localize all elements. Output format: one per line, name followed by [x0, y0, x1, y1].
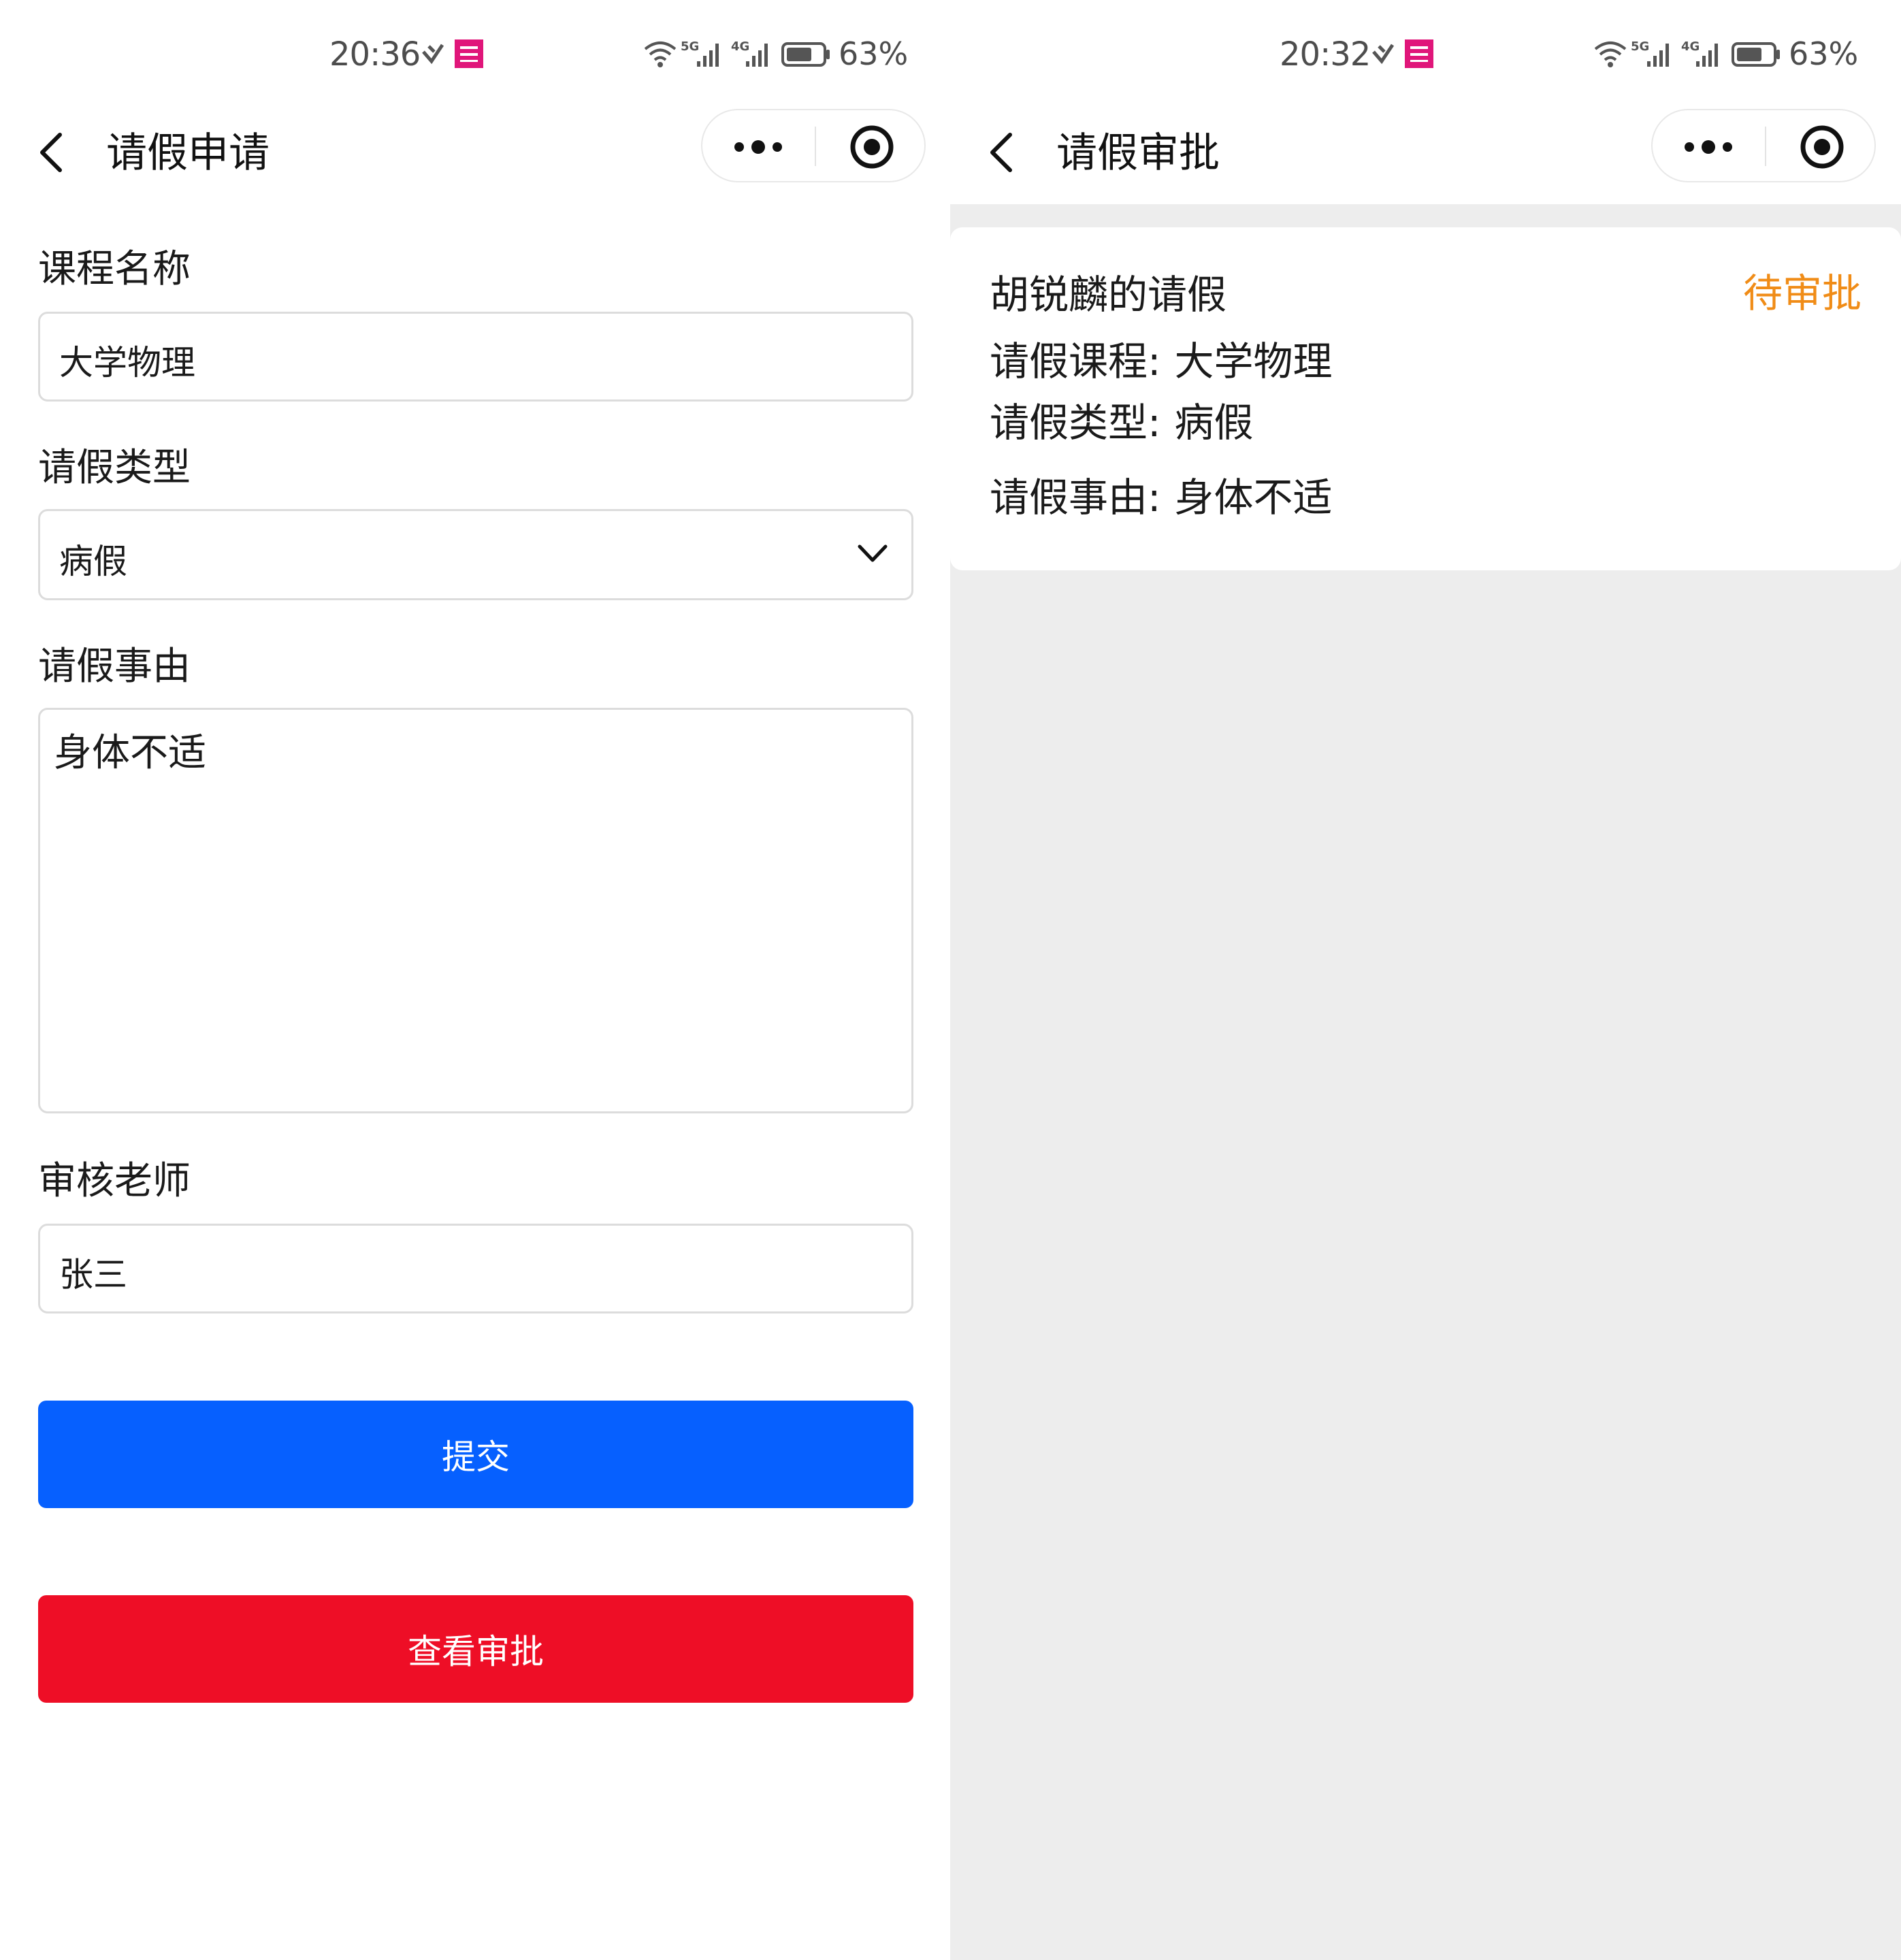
reviewer-teacher-value: 张三 [59, 1255, 127, 1294]
leave-type-label: 请假类型: [990, 399, 1161, 446]
more-options-icon[interactable] [702, 110, 814, 181]
status-badge: 待审批 [1742, 270, 1862, 316]
more-options-icon[interactable] [1653, 110, 1764, 181]
app-badge-icon [455, 39, 483, 68]
reviewer-teacher-input[interactable]: 张三 [38, 1224, 913, 1313]
course-name-value: 大学物理 [59, 343, 195, 382]
leave-course-value: 大学物理 [1174, 338, 1333, 385]
battery-percent: 63% [1789, 35, 1859, 72]
course-name-label: 课程名称 [38, 247, 191, 291]
view-approval-button[interactable]: 查看审批 [38, 1595, 913, 1703]
leave-request-title: 胡锐麟的请假 [990, 272, 1227, 318]
close-mini-program-icon[interactable] [817, 110, 924, 181]
battery-percent: 63% [839, 35, 909, 72]
battery-icon [781, 42, 830, 67]
signal-icon [697, 44, 719, 67]
signal-icon [1696, 44, 1718, 67]
capsule-divider [1765, 127, 1766, 166]
mini-program-capsule [1651, 109, 1876, 182]
app-badge-icon [1405, 39, 1433, 68]
capsule-divider [815, 127, 816, 166]
notification-icon [1372, 44, 1395, 64]
leave-reason-value: 身体不适 [54, 731, 206, 775]
leave-reason-textarea[interactable]: 身体不适 [38, 708, 913, 1113]
wifi-icon [644, 42, 677, 67]
leave-reason-row: 请假事由: 身体不适 [990, 466, 1333, 523]
chevron-down-icon [858, 544, 888, 562]
leave-type-row: 请假类型: 病假 [990, 391, 1254, 448]
back-arrow-icon[interactable] [981, 125, 1022, 180]
signal-icon [746, 44, 768, 67]
leave-type-value: 病假 [1174, 399, 1254, 446]
leave-type-select[interactable]: 病假 [38, 509, 913, 600]
signal-icon [1647, 44, 1669, 67]
mini-program-capsule [701, 109, 926, 182]
leave-course-row: 请假课程: 大学物理 [990, 329, 1333, 387]
status-bar: 20:32 5G 4G 63% [950, 0, 1901, 109]
leave-reason-value: 身体不适 [1174, 474, 1333, 521]
battery-icon [1732, 42, 1780, 67]
back-arrow-icon[interactable] [31, 125, 72, 180]
leave-type-value: 病假 [59, 542, 127, 581]
status-time: 20:36 [329, 35, 421, 74]
page-title: 请假申请 [106, 129, 270, 177]
page-title: 请假审批 [1056, 129, 1220, 177]
wifi-icon [1594, 42, 1627, 67]
status-bar: 20:36 5G 4G 63% [0, 0, 950, 109]
notification-icon [422, 44, 444, 64]
status-time: 20:32 [1280, 35, 1371, 74]
close-mini-program-icon[interactable] [1767, 110, 1874, 181]
reviewer-teacher-label: 审核老师 [38, 1159, 191, 1203]
leave-reason-label: 请假事由: [990, 474, 1161, 521]
leave-reason-label: 请假事由 [38, 644, 191, 689]
leave-approval-screen: 20:32 5G 4G 63% 请假审批 胡锐麟的请假 待审批 请假课程: 大学… [950, 0, 1901, 1960]
leave-application-screen: 20:36 5G 4G 63% 请假申请 课程名称 大学物理 请假类型 病假 请… [0, 0, 950, 1960]
leave-type-label: 请假类型 [38, 446, 191, 490]
leave-course-label: 请假课程: [990, 338, 1161, 385]
course-name-input[interactable]: 大学物理 [38, 312, 913, 402]
leave-request-card[interactable]: 胡锐麟的请假 待审批 请假课程: 大学物理 请假类型: 病假 请假事由: 身体不适 [950, 227, 1901, 570]
navigation-bar: 请假申请 [0, 109, 950, 204]
submit-button[interactable]: 提交 [38, 1401, 913, 1508]
navigation-bar: 请假审批 [950, 109, 1901, 204]
